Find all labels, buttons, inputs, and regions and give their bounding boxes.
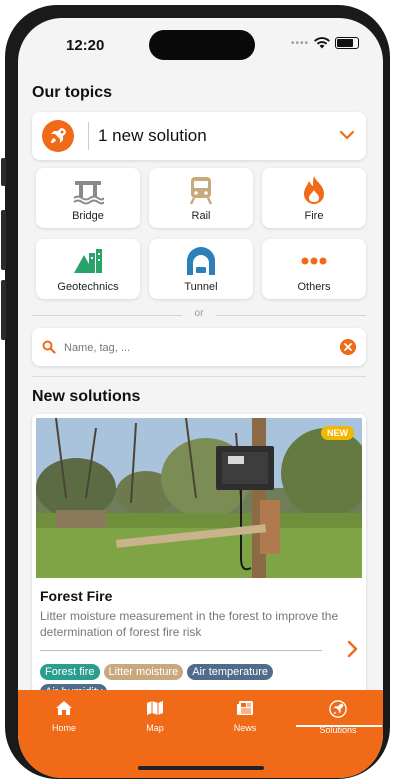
home-indicator[interactable] [138,766,264,770]
mute-switch [1,158,6,186]
tag-litter-moisture[interactable]: Litter moisture [103,664,184,680]
rocket-icon [329,700,347,718]
volume-down-button [1,280,6,340]
search-input[interactable] [62,336,326,360]
search-icon [42,340,56,354]
solution-title: Forest Fire [40,588,113,604]
search-bar[interactable] [32,328,366,366]
wifi-icon [314,37,330,49]
chevron-right-icon[interactable] [344,638,360,660]
status-bar: 12:20 •••• [18,18,383,70]
topic-tile-geotechnics[interactable]: Geotechnics [36,239,140,299]
more-dots-icon [301,257,327,265]
or-divider: or [32,308,366,322]
divider [88,122,89,150]
dynamic-island [149,30,255,60]
topic-label: Geotechnics [57,281,119,293]
rocket-icon [42,120,74,152]
topic-label: Tunnel [184,281,218,293]
topic-tile-bridge[interactable]: Bridge [36,168,140,228]
active-tab-indicator [296,725,382,727]
divider [32,376,366,377]
divider [40,650,322,651]
clear-icon[interactable] [340,339,356,355]
tab-home[interactable]: Home [34,700,94,733]
topic-label: Bridge [72,210,104,222]
tag-forest-fire[interactable]: Forest fire [40,664,100,680]
home-icon [56,701,72,715]
geotechnics-icon [74,249,102,273]
new-badge: NEW [321,426,354,440]
topic-label: Others [297,281,331,293]
news-icon [237,701,253,715]
bottom-tab-bar: Home Map News Solutions [18,690,383,778]
app-screen: 12:20 •••• Our topics 1 new solution Bri… [18,18,383,778]
topic-tile-others[interactable]: Others [262,239,366,299]
tunnel-icon [187,247,215,275]
battery-icon [335,37,359,49]
map-icon [147,701,163,715]
tab-news[interactable]: News [215,700,275,733]
fire-icon [304,176,324,204]
tag-air-temperature[interactable]: Air temperature [187,664,274,680]
topic-tile-tunnel[interactable]: Tunnel [149,239,253,299]
solution-photo: NEW [36,418,362,578]
chevron-down-icon [339,130,355,140]
topic-tile-rail[interactable]: Rail [149,168,253,228]
tab-map[interactable]: Map [125,700,185,733]
status-icons: •••• [291,37,359,49]
new-solution-dropdown[interactable]: 1 new solution [32,112,366,160]
topic-label: Fire [304,210,324,222]
topic-tile-fire[interactable]: Fire [262,168,366,228]
new-solutions-heading: New solutions [32,388,141,405]
or-label: or [194,308,204,319]
tab-label: News [233,723,257,733]
tab-solutions[interactable]: Solutions [308,700,368,735]
signal-dots-icon: •••• [290,37,309,49]
train-icon [189,177,213,205]
tab-label: Home [51,723,76,733]
solution-card-forest-fire[interactable]: NEW Forest Fire Litter moisture measurem… [32,414,366,714]
topic-label: Rail [191,210,211,222]
status-time: 12:20 [66,37,105,54]
volume-up-button [1,210,6,270]
topics-heading: Our topics [32,84,113,101]
tab-label: Map [146,723,164,733]
bridge-icon [73,181,104,205]
solution-description: Litter moisture measurement in the fores… [40,609,339,639]
new-solution-label: 1 new solution [98,126,207,145]
